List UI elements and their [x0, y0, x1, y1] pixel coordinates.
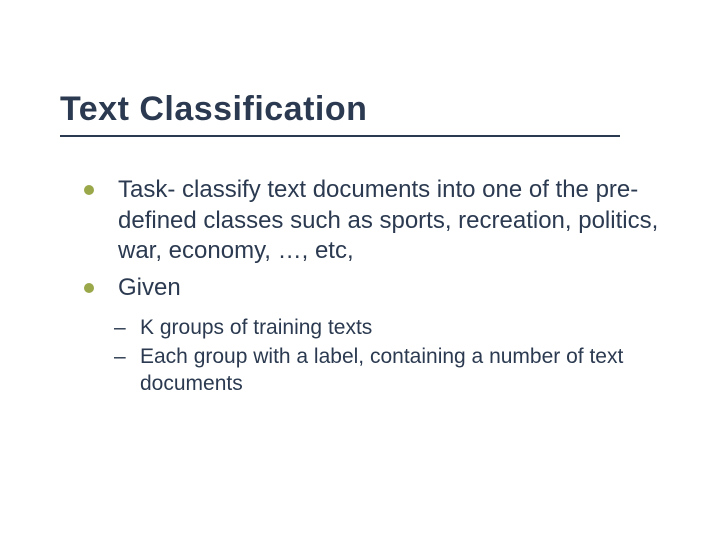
slide: Text Classification Task- classify text …	[0, 0, 720, 540]
dash-icon: –	[114, 314, 126, 341]
bullet-text: Given	[118, 274, 181, 301]
bullet-list: Task- classify text documents into one o…	[60, 175, 680, 304]
subbullet-item: – Each group with a label, containing a …	[114, 343, 680, 398]
subbullet-text: Each group with a label, containing a nu…	[140, 345, 623, 395]
bullet-item: Given	[80, 273, 680, 304]
bullet-dot-icon	[84, 185, 94, 195]
slide-title: Text Classification	[60, 90, 680, 129]
bullet-text: Task- classify text documents into one o…	[118, 176, 658, 264]
subbullet-list: – K groups of training texts – Each grou…	[60, 314, 680, 398]
title-underline	[60, 135, 620, 137]
subbullet-item: – K groups of training texts	[114, 314, 680, 341]
bullet-item: Task- classify text documents into one o…	[80, 175, 680, 267]
subbullet-text: K groups of training texts	[140, 316, 372, 339]
dash-icon: –	[114, 343, 126, 370]
bullet-dot-icon	[84, 283, 94, 293]
